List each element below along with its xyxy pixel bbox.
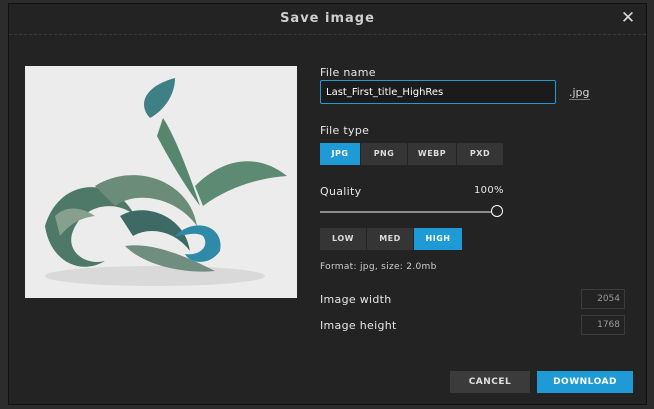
file-type-png-button[interactable]: PNG xyxy=(361,143,407,165)
file-type-jpg-button[interactable]: JPG xyxy=(320,143,360,165)
file-type-selector: JPG PNG WEBP PXD xyxy=(320,143,504,165)
image-preview xyxy=(25,66,297,298)
quality-med-button[interactable]: MED xyxy=(367,228,413,250)
quality-value: 100% xyxy=(474,185,504,196)
sculpture-image xyxy=(25,66,297,298)
file-type-webp-button[interactable]: WEBP xyxy=(408,143,456,165)
file-name-input[interactable] xyxy=(320,80,556,104)
quality-high-button[interactable]: HIGH xyxy=(414,228,462,250)
save-image-dialog: Save image ✕ File name .jpg File type xyxy=(9,4,646,404)
image-width-label: Image width xyxy=(320,293,392,306)
file-type-label: File type xyxy=(320,124,370,137)
quality-low-button[interactable]: LOW xyxy=(320,228,366,250)
dialog-titlebar: Save image ✕ xyxy=(9,4,646,35)
download-button[interactable]: DOWNLOAD xyxy=(537,371,633,393)
image-height-field[interactable]: 1768 xyxy=(581,315,625,335)
quality-slider-thumb[interactable] xyxy=(491,205,503,217)
image-height-label: Image height xyxy=(320,319,397,332)
quality-slider-track[interactable] xyxy=(320,211,491,213)
quality-presets: LOW MED HIGH xyxy=(320,228,463,250)
dialog-title: Save image xyxy=(280,11,375,26)
file-type-pxd-button[interactable]: PXD xyxy=(457,143,503,165)
file-name-label: File name xyxy=(320,66,376,79)
file-extension: .jpg xyxy=(569,86,590,100)
format-info: Format: jpg, size: 2.0mb xyxy=(320,262,437,272)
cancel-button[interactable]: CANCEL xyxy=(450,371,530,393)
close-icon[interactable]: ✕ xyxy=(618,7,638,29)
image-width-field[interactable]: 2054 xyxy=(581,289,625,309)
quality-label: Quality xyxy=(320,185,362,198)
